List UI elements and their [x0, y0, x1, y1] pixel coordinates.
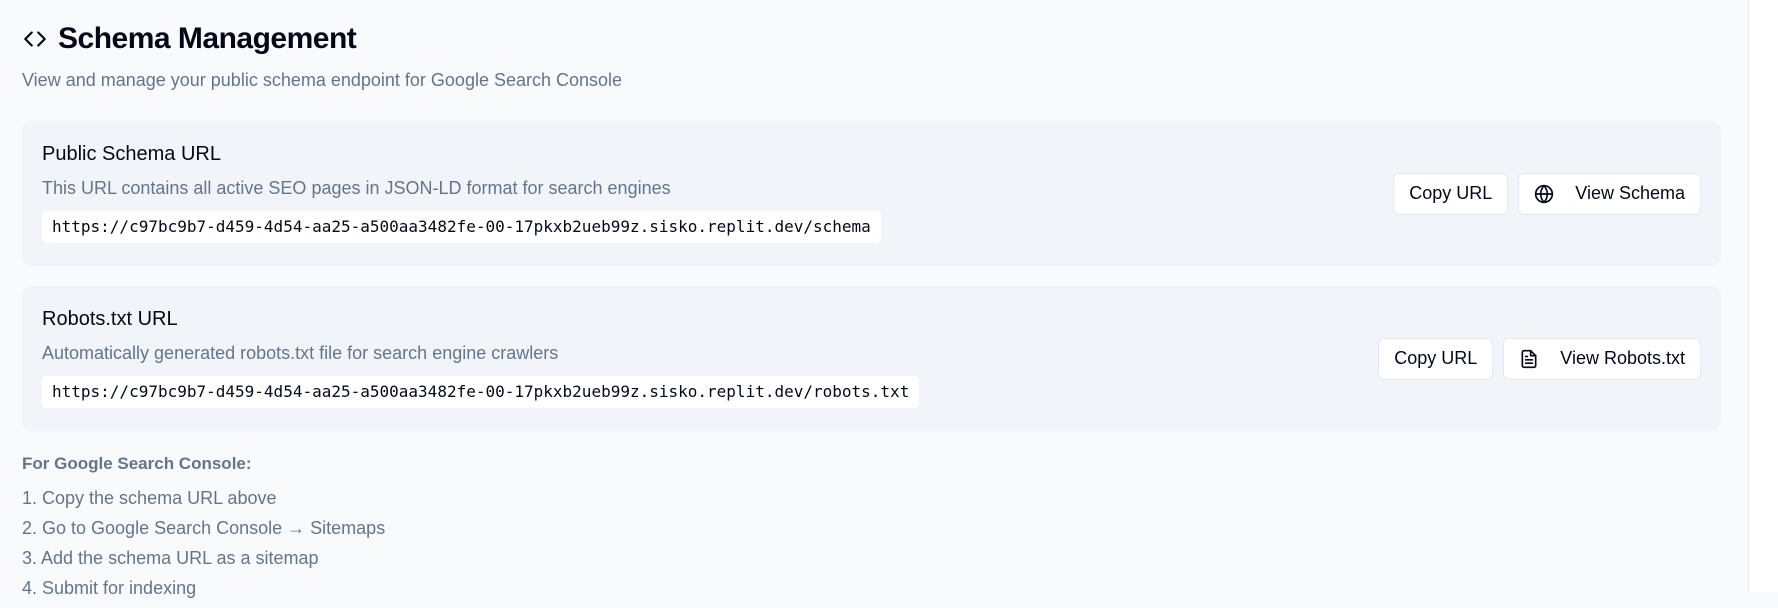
- button-label: View Robots.txt: [1560, 348, 1685, 368]
- robots-url-card: Robots.txt URL Automatically generated r…: [22, 286, 1721, 431]
- code-icon: [22, 26, 48, 52]
- card-title: Robots.txt URL: [42, 308, 178, 330]
- schema-card-actions: Copy URL View Schema: [1393, 172, 1701, 215]
- copy-schema-url-button[interactable]: Copy URL: [1393, 172, 1509, 215]
- page-subtitle: View and manage your public schema endpo…: [22, 70, 623, 90]
- gsc-instructions: For Google Search Console: 1. Copy the s…: [22, 454, 1722, 608]
- robots-card-actions: Copy URL View Robots.txt: [1378, 337, 1701, 380]
- button-label: View Schema: [1575, 183, 1685, 203]
- instruction-step: 4. Submit for indexing: [22, 578, 197, 598]
- file-text-icon: [1519, 349, 1539, 369]
- button-label: Copy URL: [1409, 183, 1493, 203]
- button-label: Copy URL: [1394, 348, 1478, 368]
- instruction-step: 1. Copy the schema URL above: [22, 488, 277, 508]
- schema-url-value: https://c97bc9b7-d459-4d54-aa25-a500aa34…: [42, 211, 881, 243]
- page-title: Schema Management: [58, 22, 357, 55]
- card-title: Public Schema URL: [42, 143, 221, 165]
- view-schema-button[interactable]: View Schema: [1518, 172, 1701, 215]
- schema-url-card: Public Schema URL This URL contains all …: [22, 121, 1721, 266]
- instruction-step: 3. Add the schema URL as a sitemap: [22, 548, 319, 568]
- instructions-heading: For Google Search Console:: [22, 454, 252, 473]
- globe-icon: [1534, 184, 1554, 204]
- page-header: Schema Management: [22, 20, 1722, 58]
- scrollbar-track[interactable]: [1748, 0, 1778, 592]
- instructions-list: 1. Copy the schema URL above 2. Go to Go…: [22, 488, 1722, 608]
- copy-robots-url-button[interactable]: Copy URL: [1378, 337, 1494, 380]
- robots-url-value: https://c97bc9b7-d459-4d54-aa25-a500aa34…: [42, 376, 920, 408]
- instruction-step: 2. Go to Google Search Console → Sitemap…: [22, 518, 386, 538]
- view-robots-button[interactable]: View Robots.txt: [1503, 337, 1701, 380]
- schema-management-page: Schema Management View and manage your p…: [22, 0, 1722, 608]
